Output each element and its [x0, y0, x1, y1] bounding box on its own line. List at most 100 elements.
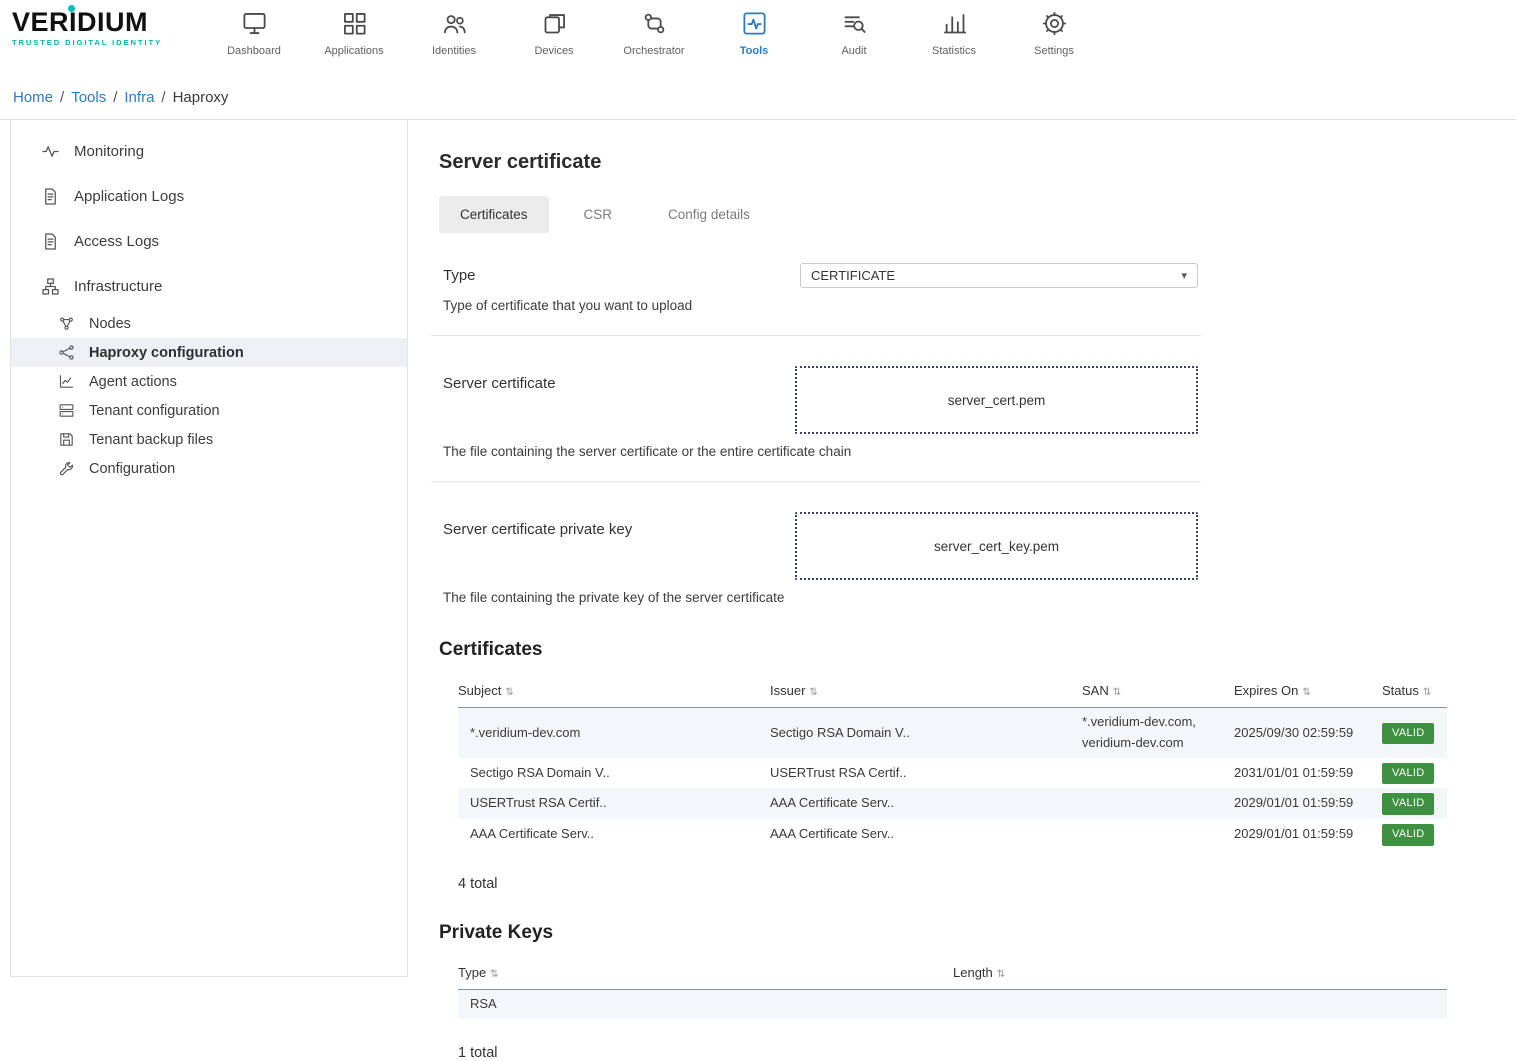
- chevron-down-icon: ▾: [1181, 269, 1187, 282]
- col-san[interactable]: SAN⇅: [1082, 677, 1234, 708]
- gear-icon: [1041, 10, 1068, 37]
- monitor-icon: [241, 10, 268, 37]
- breadcrumb-home[interactable]: Home: [13, 89, 53, 106]
- breadcrumb-separator: /: [113, 89, 117, 106]
- private-key-dropzone[interactable]: server_cert_key.pem: [795, 512, 1198, 580]
- col-expires-on[interactable]: Expires On⇅: [1234, 677, 1382, 708]
- sidebar-item-infrastructure[interactable]: Infrastructure: [11, 264, 407, 309]
- breadcrumb-tools[interactable]: Tools: [71, 89, 106, 106]
- page-title: Server certificate: [439, 151, 1516, 174]
- server-cert-help: The file containing the server certifica…: [443, 444, 1516, 459]
- sidebar-item-label: Tenant configuration: [89, 403, 220, 419]
- sidebar: Monitoring Application Logs Access Logs …: [10, 120, 408, 977]
- private-keys-heading: Private Keys: [439, 922, 1516, 944]
- cell-expires: 2031/01/01 01:59:59: [1234, 758, 1382, 789]
- certificates-table: Subject⇅ Issuer⇅ SAN⇅ Expires On⇅ Status…: [458, 677, 1447, 849]
- nav-item-audit[interactable]: Audit: [804, 0, 904, 57]
- sidebar-item-label: Infrastructure: [74, 278, 162, 295]
- server-icon: [58, 402, 75, 419]
- status-badge: VALID: [1382, 723, 1434, 745]
- sidebar-item-label: Haproxy configuration: [89, 345, 244, 361]
- sidebar-item-label: Agent actions: [89, 374, 177, 390]
- nav-item-tools[interactable]: Tools: [704, 0, 804, 57]
- cell-issuer: USERTrust RSA Certif..: [770, 758, 1082, 789]
- type-field-label: Type: [443, 263, 800, 284]
- table-row: Sectigo RSA Domain V.. USERTrust RSA Cer…: [458, 758, 1447, 789]
- tab-csr[interactable]: CSR: [563, 196, 634, 233]
- sidebar-item-haproxy-configuration[interactable]: Haproxy configuration: [11, 338, 407, 367]
- divider: [431, 335, 1201, 336]
- main-content: Server certificate Certificates CSR Conf…: [408, 120, 1516, 977]
- server-cert-label: Server certificate: [443, 366, 800, 392]
- private-keys-total: 1 total: [458, 1045, 1516, 1061]
- sidebar-item-configuration[interactable]: Configuration: [11, 454, 407, 483]
- sidebar-item-label: Nodes: [89, 316, 131, 332]
- sidebar-item-label: Tenant backup files: [89, 432, 213, 448]
- nav-label: Tools: [704, 45, 804, 57]
- nav-item-settings[interactable]: Settings: [1004, 0, 1104, 57]
- sort-icon: ⇅: [505, 687, 513, 698]
- col-subject[interactable]: Subject⇅: [458, 677, 770, 708]
- nav-label: Audit: [804, 45, 904, 57]
- nav-label: Settings: [1004, 45, 1104, 57]
- sidebar-item-tenant-backup-files[interactable]: Tenant backup files: [11, 425, 407, 454]
- document-icon: [41, 232, 60, 251]
- col-length[interactable]: Length⇅: [953, 959, 1447, 990]
- sidebar-item-agent-actions[interactable]: Agent actions: [11, 367, 407, 396]
- flow-icon: [641, 10, 668, 37]
- sidebar-item-application-logs[interactable]: Application Logs: [11, 174, 407, 219]
- cell-key-length: [953, 990, 1447, 1019]
- nav-item-orchestrator[interactable]: Orchestrator: [604, 0, 704, 57]
- nodes-icon: [58, 315, 75, 332]
- table-row: AAA Certificate Serv.. AAA Certificate S…: [458, 819, 1447, 850]
- network-icon: [58, 344, 75, 361]
- cell-key-type: RSA: [458, 990, 953, 1019]
- tab-certificates[interactable]: Certificates: [439, 196, 549, 233]
- save-icon: [58, 431, 75, 448]
- col-status[interactable]: Status⇅: [1382, 677, 1447, 708]
- certificates-total: 4 total: [458, 876, 1516, 892]
- status-badge: VALID: [1382, 824, 1434, 846]
- cell-san: *.veridium-dev.com, veridium-dev.com: [1082, 708, 1234, 758]
- breadcrumb-separator: /: [161, 89, 165, 106]
- sidebar-item-tenant-configuration[interactable]: Tenant configuration: [11, 396, 407, 425]
- nav-item-dashboard[interactable]: Dashboard: [204, 0, 304, 57]
- col-type[interactable]: Type⇅: [458, 959, 953, 990]
- col-issuer[interactable]: Issuer⇅: [770, 677, 1082, 708]
- breadcrumb-infra[interactable]: Infra: [124, 89, 154, 106]
- table-header-row: Type⇅ Length⇅: [458, 959, 1447, 990]
- certificate-type-select[interactable]: CERTIFICATE ▾: [800, 263, 1198, 288]
- nav-item-applications[interactable]: Applications: [304, 0, 404, 57]
- certificate-type-value: CERTIFICATE: [811, 268, 895, 283]
- audit-search-icon: [841, 10, 868, 37]
- table-header-row: Subject⇅ Issuer⇅ SAN⇅ Expires On⇅ Status…: [458, 677, 1447, 708]
- sort-icon: ⇅: [809, 687, 817, 698]
- cell-subject: *.veridium-dev.com: [458, 708, 770, 758]
- sidebar-item-access-logs[interactable]: Access Logs: [11, 219, 407, 264]
- sort-icon: ⇅: [1113, 687, 1121, 698]
- cell-expires: 2029/01/01 01:59:59: [1234, 819, 1382, 850]
- veridium-logo: VERIDIUM TRUSTED DIGITAL IDENTITY: [12, 0, 180, 47]
- sidebar-item-nodes[interactable]: Nodes: [11, 309, 407, 338]
- nav-item-statistics[interactable]: Statistics: [904, 0, 1004, 57]
- server-cert-dropzone[interactable]: server_cert.pem: [795, 366, 1198, 434]
- top-bar: VERIDIUM TRUSTED DIGITAL IDENTITY Dashbo…: [0, 0, 1516, 76]
- bar-chart-icon: [941, 10, 968, 37]
- sidebar-item-monitoring[interactable]: Monitoring: [11, 129, 407, 174]
- private-key-filename: server_cert_key.pem: [934, 539, 1059, 554]
- private-key-help: The file containing the private key of t…: [443, 590, 1516, 605]
- cell-issuer: Sectigo RSA Domain V..: [770, 708, 1082, 758]
- nav-label: Statistics: [904, 45, 1004, 57]
- nav-item-identities[interactable]: Identities: [404, 0, 504, 57]
- breadcrumb: Home/Tools/Infra/Haproxy: [0, 76, 1516, 119]
- sidebar-item-label: Configuration: [89, 461, 175, 477]
- sidebar-item-label: Access Logs: [74, 233, 159, 250]
- cell-issuer: AAA Certificate Serv..: [770, 819, 1082, 850]
- sort-icon: ⇅: [997, 969, 1005, 980]
- tab-config-details[interactable]: Config details: [647, 196, 771, 233]
- private-key-row: Server certificate private key server_ce…: [439, 512, 1516, 580]
- divider: [431, 481, 1201, 482]
- private-key-label: Server certificate private key: [443, 512, 800, 538]
- pulse-square-icon: [741, 10, 768, 37]
- nav-item-devices[interactable]: Devices: [504, 0, 604, 57]
